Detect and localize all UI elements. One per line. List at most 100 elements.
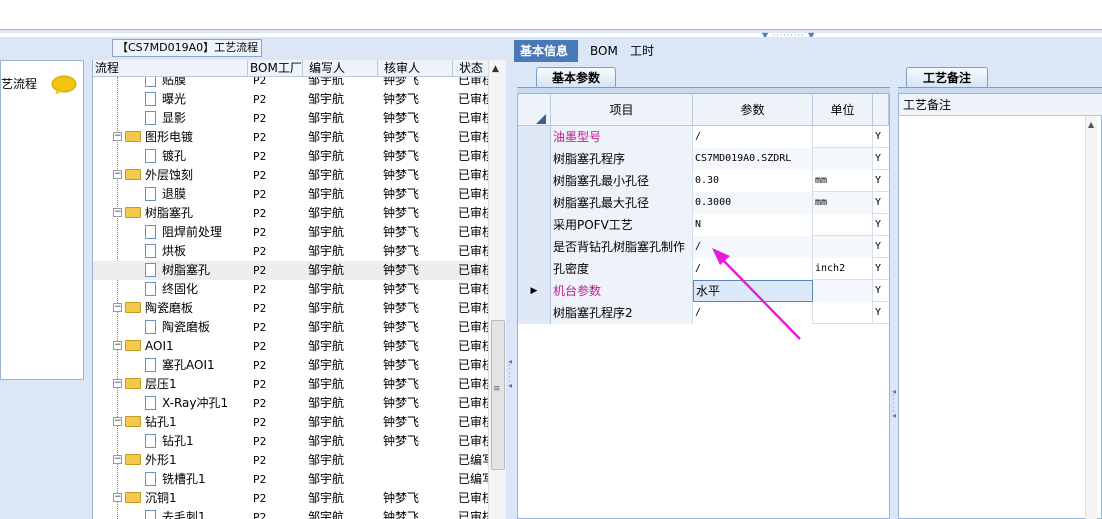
tree-node[interactable]: − 外层蚀刻 <box>113 166 193 185</box>
row-selector[interactable] <box>518 236 551 258</box>
table-row[interactable]: − 图形电镀 P2 邹宇航 钟梦飞 已审核 <box>93 128 489 147</box>
row-selector[interactable] <box>518 192 551 214</box>
column-header-param[interactable]: 参数 <box>693 94 813 126</box>
tree-node[interactable]: − 层压1 <box>113 375 177 394</box>
row-selector[interactable] <box>518 258 551 280</box>
column-header-status[interactable]: 状态 <box>453 60 489 77</box>
table-row[interactable]: 树脂塞孔最大孔径 0.3000 mm Y <box>518 192 889 214</box>
tab-labor-hours[interactable]: 工时 <box>624 40 664 62</box>
collapse-toggle-icon[interactable]: − <box>113 303 122 312</box>
tree-node[interactable]: 钻孔1 <box>145 432 194 451</box>
column-header-reviewer[interactable]: 核审人 <box>378 60 453 77</box>
scroll-up-arrow-icon[interactable]: ▲ <box>1088 120 1094 129</box>
collapse-toggle-icon[interactable]: − <box>113 208 122 217</box>
collapse-toggle-icon[interactable]: − <box>113 341 122 350</box>
tree-node[interactable]: 镀孔 <box>145 147 186 166</box>
cell-bom: P2 <box>253 169 267 182</box>
row-selector[interactable] <box>518 170 551 192</box>
table-row[interactable]: 树脂塞孔最小孔径 0.30 mm Y <box>518 170 889 192</box>
table-row[interactable]: − 陶瓷磨板 P2 邹宇航 钟梦飞 已审核 <box>93 299 489 318</box>
table-row[interactable]: 钻孔1 P2 邹宇航 钟梦飞 已审核 <box>93 432 489 451</box>
chat-bubble-icon[interactable] <box>51 75 77 95</box>
table-row[interactable]: 树脂塞孔程序 CS7MD019A0.SZDRL Y <box>518 148 889 170</box>
column-header-writer[interactable]: 编写人 <box>303 60 378 77</box>
row-selector[interactable] <box>518 148 551 170</box>
table-row[interactable]: 采用POFV工艺 N Y <box>518 214 889 236</box>
tree-node[interactable]: − 沉铜1 <box>113 489 177 508</box>
cell-param[interactable]: N <box>693 214 813 236</box>
collapse-toggle-icon[interactable]: − <box>113 493 122 502</box>
table-row[interactable]: − 外层蚀刻 P2 邹宇航 钟梦飞 已审核 <box>93 166 489 185</box>
left-nav-item[interactable]: 艺流程 <box>1 75 37 92</box>
scroll-up-arrow-icon[interactable]: ▲ <box>492 64 499 74</box>
cell-param[interactable]: 0.3000 <box>693 192 813 214</box>
table-row[interactable]: 铣槽孔1 P2 邹宇航 已编写 <box>93 470 489 489</box>
tree-node[interactable]: 树脂塞孔 <box>145 261 210 280</box>
table-row[interactable]: − 层压1 P2 邹宇航 钟梦飞 已审核 <box>93 375 489 394</box>
tab-bom[interactable]: BOM <box>584 40 620 62</box>
table-row[interactable]: 终固化 P2 邹宇航 钟梦飞 已审核 <box>93 280 489 299</box>
table-row[interactable]: − 树脂塞孔 P2 邹宇航 钟梦飞 已审核 <box>93 204 489 223</box>
row-selector[interactable]: ▶ <box>518 280 551 302</box>
table-row[interactable]: 去毛刺1 P2 邹宇航 钟梦飞 已审核 <box>93 508 489 519</box>
tree-node[interactable]: 烘板 <box>145 242 186 261</box>
column-header-flow[interactable]: 流程 <box>93 60 248 77</box>
tree-node[interactable]: − 外形1 <box>113 451 177 470</box>
right-splitter[interactable] <box>890 93 898 519</box>
table-row[interactable]: 显影 P2 邹宇航 钟梦飞 已审核 <box>93 109 489 128</box>
tree-node[interactable]: − 树脂塞孔 <box>113 204 193 223</box>
tree-node[interactable]: 铣槽孔1 <box>145 470 206 489</box>
tree-node[interactable]: 退膜 <box>145 185 186 204</box>
table-row[interactable]: 陶瓷磨板 P2 邹宇航 钟梦飞 已审核 <box>93 318 489 337</box>
notes-section-tab[interactable]: 工艺备注 <box>906 67 988 88</box>
table-row[interactable]: 塞孔AOI1 P2 邹宇航 钟梦飞 已审核 <box>93 356 489 375</box>
tree-node[interactable]: 阻焊前处理 <box>145 223 222 242</box>
table-row[interactable]: 镀孔 P2 邹宇航 钟梦飞 已审核 <box>93 147 489 166</box>
collapse-toggle-icon[interactable]: − <box>113 455 122 464</box>
table-row[interactable]: 烘板 P2 邹宇航 钟梦飞 已审核 <box>93 242 489 261</box>
left-splitter[interactable] <box>84 60 92 519</box>
cell-param[interactable]: CS7MD019A0.SZDRL <box>693 148 813 170</box>
notes-scrollbar[interactable]: ▲ <box>1085 116 1097 519</box>
table-row[interactable]: 退膜 P2 邹宇航 钟梦飞 已审核 <box>93 185 489 204</box>
row-selector[interactable] <box>518 302 551 324</box>
tree-node[interactable]: 贴膜 <box>145 77 186 90</box>
table-row[interactable]: 树脂塞孔 P2 邹宇航 钟梦飞 已审核 <box>93 261 489 280</box>
table-row[interactable]: − 钻孔1 P2 邹宇航 钟梦飞 已审核 <box>93 413 489 432</box>
tree-node[interactable]: − 钻孔1 <box>113 413 177 432</box>
table-row[interactable]: − 沉铜1 P2 邹宇航 钟梦飞 已审核 <box>93 489 489 508</box>
column-header-unit[interactable]: 单位 <box>813 94 873 126</box>
table-row[interactable]: 油墨型号 / Y <box>518 126 889 148</box>
table-row[interactable]: X-Ray冲孔1 P2 邹宇航 钟梦飞 已审核 <box>93 394 489 413</box>
tree-node[interactable]: − 图形电镀 <box>113 128 193 147</box>
table-row[interactable]: 曝光 P2 邹宇航 钟梦飞 已审核 <box>93 90 489 109</box>
tree-node[interactable]: 曝光 <box>145 90 186 109</box>
cell-param[interactable]: 0.30 <box>693 170 813 192</box>
tree-node[interactable]: 终固化 <box>145 280 198 299</box>
tree-node[interactable]: X-Ray冲孔1 <box>145 394 228 413</box>
grid-vertical-scrollbar[interactable]: ▲ ≡ <box>488 60 506 519</box>
table-row[interactable]: − AOI1 P2 邹宇航 钟梦飞 已审核 <box>93 337 489 356</box>
collapse-toggle-icon[interactable]: − <box>113 170 122 179</box>
tree-node[interactable]: − 陶瓷磨板 <box>113 299 193 318</box>
tab-basic-info[interactable]: 基本信息 <box>514 40 578 62</box>
middle-splitter[interactable] <box>506 37 514 519</box>
cell-param[interactable]: / <box>693 126 813 148</box>
collapse-toggle-icon[interactable]: − <box>113 417 122 426</box>
row-selector[interactable] <box>518 214 551 236</box>
column-header-bom[interactable]: BOM工厂 <box>248 60 303 77</box>
tree-node[interactable]: 塞孔AOI1 <box>145 356 215 375</box>
table-row[interactable]: 贴膜 P2 邹宇航 钟梦飞 已审核 <box>93 77 489 90</box>
tree-node[interactable]: 陶瓷磨板 <box>145 318 210 337</box>
table-row[interactable]: − 外形1 P2 邹宇航 已编写 <box>93 451 489 470</box>
table-row[interactable]: 阻焊前处理 P2 邹宇航 钟梦飞 已审核 <box>93 223 489 242</box>
scrollbar-thumb[interactable] <box>491 320 505 470</box>
row-selector[interactable] <box>518 126 551 148</box>
tree-node[interactable]: 显影 <box>145 109 186 128</box>
tree-node[interactable]: 去毛刺1 <box>145 508 206 519</box>
column-header-item[interactable]: 项目 <box>551 94 693 126</box>
collapse-toggle-icon[interactable]: − <box>113 379 122 388</box>
collapse-toggle-icon[interactable]: − <box>113 132 122 141</box>
basic-params-section-tab[interactable]: 基本参数 <box>536 67 616 88</box>
tree-node[interactable]: − AOI1 <box>113 337 174 356</box>
